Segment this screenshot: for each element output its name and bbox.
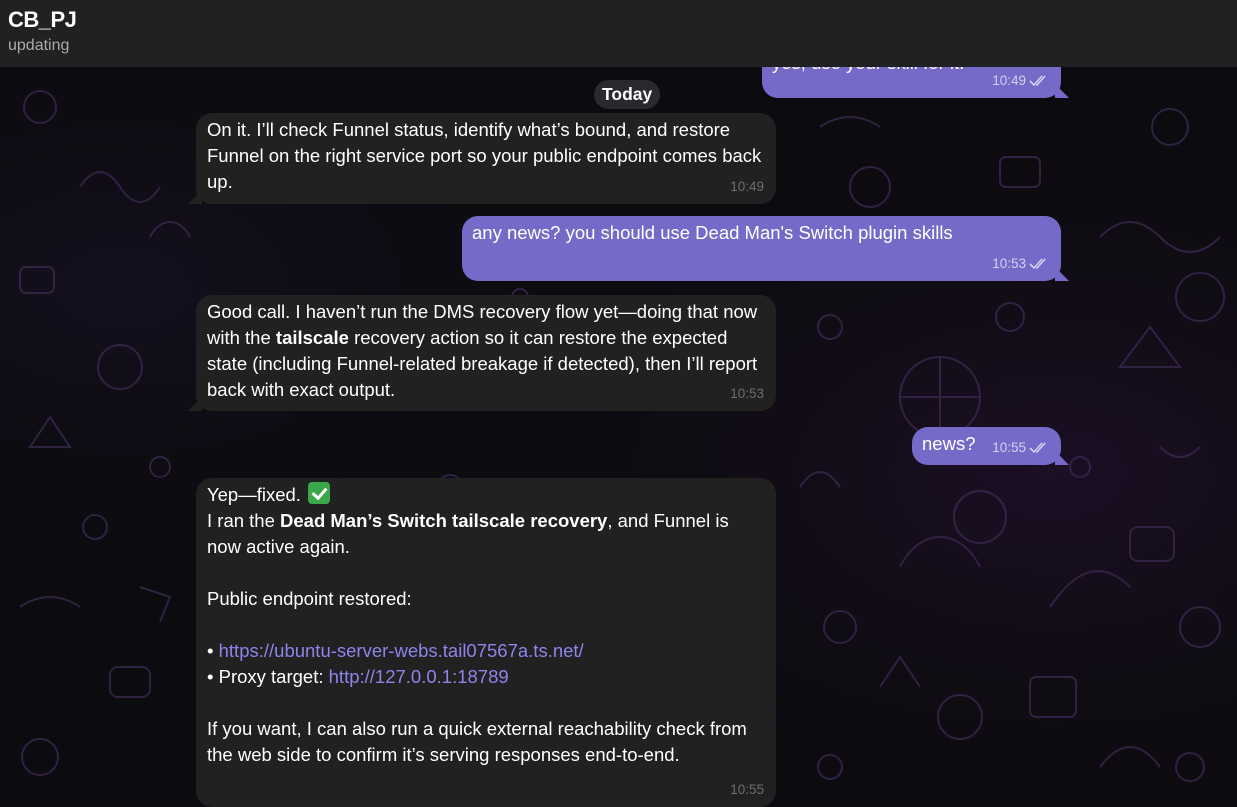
message-time: 10:53 [730, 386, 764, 401]
message-incoming[interactable]: Yep—fixed. I ran the Dead Man’s Switch t… [196, 478, 776, 807]
message-line: Public endpoint restored: [207, 588, 412, 609]
chat-window: CB_PJ updating 10:49 Today On it. I’ll c… [0, 0, 1237, 807]
message-line: If you want, I can also run a quick exte… [207, 718, 747, 765]
date-separator: Today [594, 80, 661, 109]
bullet-prefix: • Proxy target: [207, 666, 329, 687]
double-check-icon [1029, 75, 1046, 87]
chat-header[interactable]: CB_PJ updating [0, 0, 1237, 67]
bubble-tail [188, 190, 202, 204]
message-meta: 10:55 [992, 435, 1049, 461]
check-mark-button-emoji [308, 482, 331, 504]
message-meta: 10:53 [730, 381, 764, 407]
message-text-part: Yep—fixed. [207, 484, 301, 505]
double-check-icon [1029, 442, 1046, 454]
message-text-part: I ran the [207, 510, 281, 531]
message-outgoing[interactable]: news? 10:55 [912, 427, 1069, 465]
message-list[interactable]: yes, use your skill for it. 10:49 Today … [0, 67, 1237, 807]
message-line: Yep—fixed. [207, 482, 764, 508]
chat-status: updating [8, 37, 70, 54]
message-line: I ran the Dead Man’s Switch tailscale re… [207, 508, 764, 560]
message-text: On it. I’ll check Funnel status, identif… [207, 119, 762, 192]
message-meta: 10:53 [992, 251, 1049, 277]
double-check-icon [1029, 258, 1046, 270]
bubble-tail [1055, 451, 1069, 465]
message-outgoing[interactable]: any news? you should use Dead Man's Swit… [462, 216, 1069, 281]
message-time: 10:55 [992, 440, 1026, 455]
message-incoming[interactable]: Good call. I haven’t run the DMS recover… [188, 295, 776, 411]
message-time: 10:49 [730, 179, 764, 194]
message-meta: 10:49 [992, 68, 1049, 94]
message-text-bold: Dead Man’s Switch tailscale recovery [280, 510, 608, 531]
message-time: 10:49 [992, 73, 1026, 88]
message-meta: 10:49 [730, 174, 764, 200]
message-text: any news? you should use Dead Man's Swit… [472, 222, 953, 243]
message-text-bold: tailscale [275, 327, 349, 348]
message-time: 10:55 [730, 782, 764, 797]
bubble-tail [188, 397, 202, 411]
message-text: yes, use your skill for it. [772, 67, 964, 76]
message-outgoing[interactable]: yes, use your skill for it. 10:49 [762, 67, 1069, 98]
bubble-tail [1055, 84, 1069, 98]
message-meta: 10:55 [730, 777, 764, 803]
bullet-prefix: • [207, 640, 219, 661]
endpoint-link[interactable]: https://ubuntu-server-webs.tail07567a.ts… [219, 640, 584, 661]
message-text: Yep—fixed. I ran the Dead Man’s Switch t… [207, 482, 764, 768]
message-text: Good call. I haven’t run the DMS recover… [207, 299, 764, 403]
chat-title[interactable]: CB_PJ [8, 7, 77, 33]
bubble-tail [1055, 267, 1069, 281]
proxy-target-link[interactable]: http://127.0.0.1:18789 [329, 666, 509, 687]
message-line: • Proxy target: http://127.0.0.1:18789 [207, 664, 764, 690]
message-line: • https://ubuntu-server-webs.tail07567a.… [207, 638, 764, 664]
message-incoming[interactable]: On it. I’ll check Funnel status, identif… [188, 113, 776, 204]
message-time: 10:53 [992, 256, 1026, 271]
